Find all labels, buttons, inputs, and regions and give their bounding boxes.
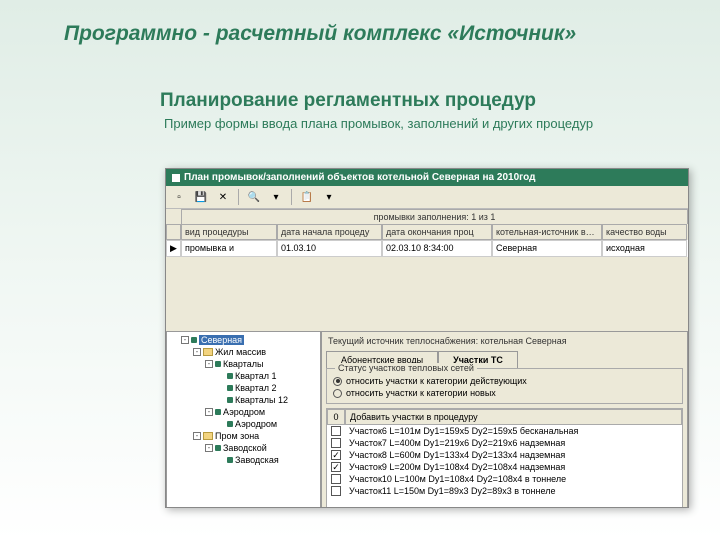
tree-node[interactable]: Жил массив [215,347,266,357]
tree-node[interactable]: Кварталы [223,359,263,369]
app-icon [172,174,180,182]
save-button[interactable]: 💾 [192,188,210,206]
cell[interactable]: промывка и [181,240,277,257]
list-item-text: Участок9 L=200м Dу1=108x4 Dу2=108x4 надз… [345,461,682,473]
list-item-text: Участок10 L=100м Dу1=108x4 Dу2=108x4 в т… [345,473,682,485]
grid-row[interactable]: ▶ промывка и 01.03.10 02.03.10 8:34:00 С… [166,240,688,257]
folder-icon [203,432,213,440]
collapse-icon[interactable]: - [193,432,201,440]
grid-gutter [166,257,688,331]
list-item[interactable]: Участок9 L=200м Dу1=108x4 Dу2=108x4 надз… [327,461,682,473]
radio-active[interactable] [333,377,342,386]
list-item[interactable]: Участок8 L=600м Dу1=133x4 Dу2=133x4 надз… [327,449,682,461]
checkbox[interactable] [331,474,341,484]
col-header[interactable]: Добавить участки в процедуру [345,409,682,425]
col-header[interactable]: вид процедуры [181,224,277,240]
node-icon [227,397,233,403]
lower-pane: -Северная -Жил массив -Кварталы Квартал … [166,331,688,508]
tree[interactable]: -Северная -Жил массив -Кварталы Квартал … [166,331,321,508]
slide-title: Программно - расчетный комплекс «Источни… [0,0,720,46]
tree-node[interactable]: Аэродром [235,419,277,429]
tree-node[interactable]: Кварталы 12 [235,395,288,405]
section-subtitle: Пример формы ввода плана промывок, запол… [0,112,720,131]
collapse-icon[interactable]: - [205,408,213,416]
node-icon [215,409,221,415]
node-icon [215,445,221,451]
checkbox[interactable] [331,486,341,496]
checkbox[interactable] [331,462,341,472]
toolbar-sep [238,189,239,205]
cell[interactable]: 01.03.10 [277,240,382,257]
group-title: Статус участков тепловых сетей [335,363,477,373]
folder-icon [203,348,213,356]
list-item[interactable]: Участок11 L=150м Dу1=89x3 Dу2=89x3 в тон… [327,485,682,497]
list-header: 0 Добавить участки в процедуру [327,409,682,425]
col-header[interactable]: дата окончания проц [382,224,492,240]
node-icon [227,457,233,463]
col-header[interactable]: качество воды [602,224,687,240]
right-panel: Текущий источник теплоснабжения: котельн… [321,331,688,508]
dropdown-button[interactable]: ▾ [267,188,285,206]
tree-node[interactable]: Заводская [235,455,279,465]
tree-node[interactable]: Северная [199,335,244,345]
list-item-text: Участок11 L=150м Dу1=89x3 Dу2=89x3 в тон… [345,485,682,497]
list-item-text: Участок8 L=600м Dу1=133x4 Dу2=133x4 надз… [345,449,682,461]
checkbox[interactable] [331,426,341,436]
toolbar-sep [291,189,292,205]
node-icon [227,385,233,391]
find-button[interactable]: 🔍 [245,188,263,206]
checkbox[interactable] [331,438,341,448]
collapse-icon[interactable]: - [181,336,189,344]
cell[interactable]: исходная [602,240,687,257]
dropdown-button[interactable]: ▾ [320,188,338,206]
delete-button[interactable]: ✕ [214,188,232,206]
tree-node[interactable]: Пром зона [215,431,259,441]
list-item[interactable]: Участок7 L=400м Dу1=219x6 Dу2=219x6 надз… [327,437,682,449]
status-group: Статус участков тепловых сетей относить … [326,368,683,404]
grid-header: вид процедуры дата начала процеду дата о… [166,224,688,240]
source-label: Текущий источник теплоснабжения: котельн… [322,332,687,350]
node-icon [227,421,233,427]
tree-node[interactable]: Заводской [223,443,267,453]
col-header[interactable]: 0 [327,409,345,425]
col-header[interactable]: котельная-источник в… [492,224,602,240]
radio-new[interactable] [333,389,342,398]
collapse-icon[interactable]: - [205,444,213,452]
section-title: Планирование регламентных процедур [0,46,720,112]
collapse-icon[interactable]: - [205,360,213,368]
toolbar: ▫ 💾 ✕ 🔍 ▾ 📋 ▾ [166,186,688,209]
node-icon [215,361,221,367]
segments-list: 0 Добавить участки в процедуру Участок6 … [326,408,683,508]
checkbox[interactable] [331,450,341,460]
cell[interactable]: Северная [492,240,602,257]
col-header[interactable]: дата начала процеду [277,224,382,240]
cell[interactable]: 02.03.10 8:34:00 [382,240,492,257]
window-title: План промывок/заполнений объектов котель… [184,172,536,183]
grid-caption: промывки заполнения: 1 из 1 [181,209,688,224]
node-icon [227,373,233,379]
list-item[interactable]: Участок6 L=101м Dу1=159x5 Dу2=159x5 беск… [327,425,682,437]
node-icon [191,337,197,343]
titlebar: План промывок/заполнений объектов котель… [166,169,688,186]
tree-node[interactable]: Квартал 1 [235,371,277,381]
grid: промывки заполнения: 1 из 1 вид процедур… [166,209,688,331]
radio-label: относить участки к категории действующих [346,376,527,386]
app-window: План промывок/заполнений объектов котель… [165,168,689,508]
list-item-text: Участок7 L=400м Dу1=219x6 Dу2=219x6 надз… [345,437,682,449]
new-button[interactable]: ▫ [170,188,188,206]
radio-label: относить участки к категории новых [346,388,496,398]
tree-node[interactable]: Аэродром [223,407,265,417]
row-selector[interactable]: ▶ [166,240,181,257]
collapse-icon[interactable]: - [193,348,201,356]
list-item-text: Участок6 L=101м Dу1=159x5 Dу2=159x5 беск… [345,425,682,437]
copy-button[interactable]: 📋 [298,188,316,206]
row-handle [166,224,181,240]
list-item[interactable]: Участок10 L=100м Dу1=108x4 Dу2=108x4 в т… [327,473,682,485]
tree-node[interactable]: Квартал 2 [235,383,277,393]
